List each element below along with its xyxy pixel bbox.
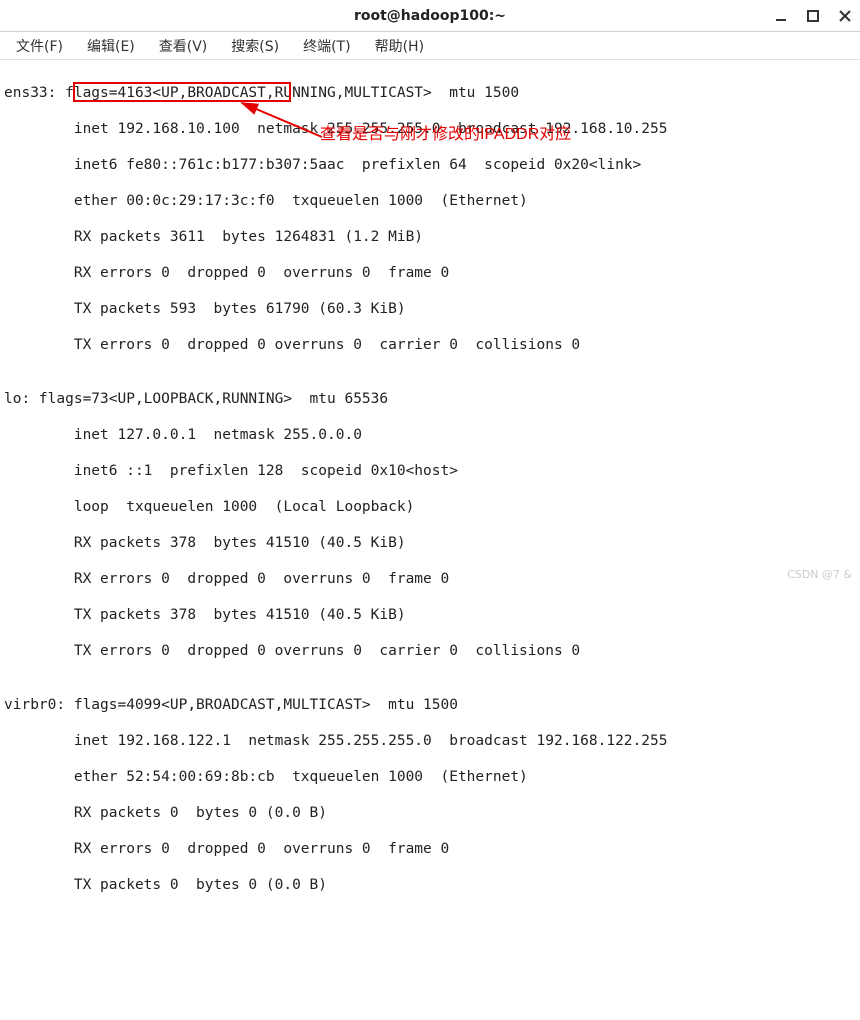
output-line: RX packets 3611 bytes 1264831 (1.2 MiB) bbox=[4, 228, 856, 246]
terminal-output[interactable]: ens33: flags=4163<UP,BROADCAST,RUNNING,M… bbox=[0, 60, 860, 1020]
output-line: TX packets 0 bytes 0 (0.0 B) bbox=[4, 876, 856, 894]
output-line: inet 127.0.0.1 netmask 255.0.0.0 bbox=[4, 426, 856, 444]
menu-terminal[interactable]: 终端(T) bbox=[299, 34, 354, 58]
output-line: RX packets 378 bytes 41510 (40.5 KiB) bbox=[4, 534, 856, 552]
menu-file[interactable]: 文件(F) bbox=[12, 34, 67, 58]
output-line: RX errors 0 dropped 0 overruns 0 frame 0 bbox=[4, 264, 856, 282]
menu-view[interactable]: 查看(V) bbox=[155, 34, 212, 58]
window-title: root@hadoop100:~ bbox=[354, 8, 506, 24]
titlebar: root@hadoop100:~ bbox=[0, 0, 860, 32]
output-line: ether 00:0c:29:17:3c:f0 txqueuelen 1000 … bbox=[4, 192, 856, 210]
menu-help[interactable]: 帮助(H) bbox=[371, 34, 428, 58]
output-line: inet 192.168.122.1 netmask 255.255.255.0… bbox=[4, 732, 856, 750]
output-line: ether 52:54:00:69:8b:cb txqueuelen 1000 … bbox=[4, 768, 856, 786]
menubar: 文件(F) 编辑(E) 查看(V) 搜索(S) 终端(T) 帮助(H) bbox=[0, 32, 860, 60]
output-line: RX errors 0 dropped 0 overruns 0 frame 0 bbox=[4, 570, 856, 588]
window-controls bbox=[774, 0, 852, 31]
watermark: CSDN @7 & bbox=[787, 568, 852, 581]
output-line: inet6 fe80::761c:b177:b307:5aac prefixle… bbox=[4, 156, 856, 174]
output-line: virbr0: flags=4099<UP,BROADCAST,MULTICAS… bbox=[4, 696, 856, 714]
output-line: inet 192.168.10.100 netmask 255.255.255.… bbox=[4, 120, 856, 138]
output-line: TX errors 0 dropped 0 overruns 0 carrier… bbox=[4, 336, 856, 354]
output-line: lo: flags=73<UP,LOOPBACK,RUNNING> mtu 65… bbox=[4, 390, 856, 408]
maximize-button[interactable] bbox=[806, 9, 820, 23]
menu-search[interactable]: 搜索(S) bbox=[227, 34, 283, 58]
close-button[interactable] bbox=[838, 9, 852, 23]
output-line: RX packets 0 bytes 0 (0.0 B) bbox=[4, 804, 856, 822]
minimize-button[interactable] bbox=[774, 9, 788, 23]
output-line: ens33: flags=4163<UP,BROADCAST,RUNNING,M… bbox=[4, 84, 856, 102]
output-line: TX packets 593 bytes 61790 (60.3 KiB) bbox=[4, 300, 856, 318]
menu-edit[interactable]: 编辑(E) bbox=[83, 34, 139, 58]
output-line: TX packets 378 bytes 41510 (40.5 KiB) bbox=[4, 606, 856, 624]
output-line: inet6 ::1 prefixlen 128 scopeid 0x10<hos… bbox=[4, 462, 856, 480]
output-line: RX errors 0 dropped 0 overruns 0 frame 0 bbox=[4, 840, 856, 858]
output-line: TX errors 0 dropped 0 overruns 0 carrier… bbox=[4, 642, 856, 660]
output-line: loop txqueuelen 1000 (Local Loopback) bbox=[4, 498, 856, 516]
